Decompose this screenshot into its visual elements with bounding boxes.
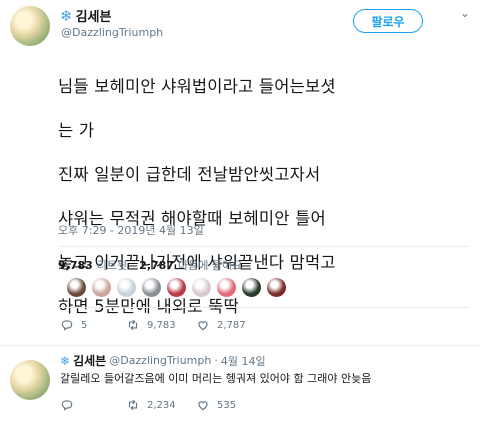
main-tweet: ❄ 김세븐 @DazzlingTriumph 팔로우 ⌄ 님들 보헤미안 샤워법… [0,0,480,345]
reply-avatar[interactable] [10,360,50,400]
liker-avatar[interactable] [242,278,261,297]
heart-icon [198,321,208,331]
retweet-button[interactable]: 9,783 [126,318,196,332]
retweets-label[interactable]: 리트윗 [97,257,127,273]
liker-avatar[interactable] [142,278,161,297]
tweet-text-line: 진짜 일분이 급한데 전날밤안씻고자서 [58,165,321,184]
liker-avatar[interactable] [267,278,286,297]
reply-actions: 2,234 535 [60,398,236,412]
reply-icon [61,400,73,411]
reply-reply-button[interactable] [60,398,126,412]
follow-button[interactable]: 팔로우 [353,9,423,33]
reply-like-count: 535 [217,399,237,411]
reply-button[interactable]: 5 [60,318,126,332]
reply-handle[interactable]: @DazzlingTriumph [109,354,211,367]
retweets-count[interactable]: 9,783 [58,259,93,272]
tweet-text-line: 는 가 [58,121,95,140]
reply-retweet-button[interactable]: 2,234 [126,398,196,412]
snowflake-icon: ❄ [60,353,71,368]
divider [58,246,470,247]
liker-avatar[interactable] [117,278,136,297]
liker-avatar[interactable] [217,278,236,297]
heart-icon [198,401,208,411]
liker-avatar[interactable] [192,278,211,297]
reply-text: 갈릴레오 들어갈즈음에 이미 머리는 헹궈져 있어야 함 그래야 안늦음 [60,372,372,385]
liker-avatars [67,278,286,297]
reply-display-name[interactable]: 김세븐 [73,352,106,369]
author-display-name[interactable]: 김세븐 [76,6,112,25]
avatar[interactable] [10,6,50,46]
reply-retweet-count: 2,234 [147,399,176,411]
like-count: 2,787 [217,319,246,331]
liker-avatar[interactable] [67,278,86,297]
reply-separator: · [214,354,218,367]
divider [58,307,470,308]
reply-date[interactable]: 4월 14일 [221,353,266,369]
liker-avatar[interactable] [167,278,186,297]
retweet-icon [128,399,138,411]
author-handle[interactable]: @DazzlingTriumph [61,26,163,39]
likes-label[interactable]: 마음에 들어요 [178,257,242,273]
reply-icon [61,320,73,331]
tweet-actions: 5 9,783 2,787 [60,318,246,332]
engagement-stats: 9,783 리트윗 2,787 마음에 들어요 [58,257,250,273]
author-row: ❄ 김세븐 [60,6,112,26]
like-button[interactable]: 2,787 [196,318,246,332]
retweet-count: 9,783 [147,319,176,331]
snowflake-icon: ❄ [60,6,73,25]
tweet-text: 님들 보헤미안 샤워법이라고 들어는보셧 는 가 진짜 일분이 급한데 전날밤안… [58,54,468,340]
reply-count: 5 [81,319,88,331]
tweet-text-line: 님들 보헤미안 샤워법이라고 들어는보셧 [58,77,336,96]
liker-avatar[interactable] [92,278,111,297]
reply-author-row: ❄ 김세븐 @DazzlingTriumph · 4월 14일 [60,352,266,369]
tweet-timestamp[interactable]: 오후 7:29 - 2019년 4월 13일 [58,222,204,238]
retweet-icon [128,319,138,331]
likes-count[interactable]: 2,787 [139,259,174,272]
reply-like-button[interactable]: 535 [196,398,236,412]
chevron-down-icon[interactable]: ⌄ [460,6,470,20]
